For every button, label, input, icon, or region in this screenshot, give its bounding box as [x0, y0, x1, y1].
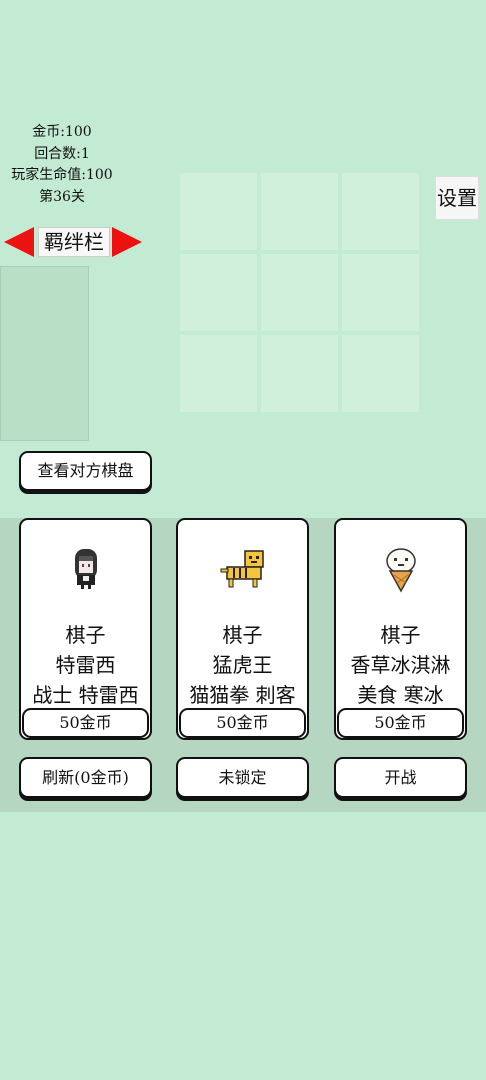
- board-cell[interactable]: [261, 254, 338, 331]
- settings-button[interactable]: 设置: [435, 176, 479, 220]
- shop-panel: 棋子 特雷西 战士 特雷西 50金币 棋子 猛虎王 猫猫拳 刺客 50金币 棋子…: [0, 518, 486, 812]
- bond-panel: [0, 266, 89, 441]
- board-cell[interactable]: [261, 173, 338, 250]
- card-name: 猛虎王: [212, 653, 273, 677]
- board-cell[interactable]: [342, 173, 419, 250]
- card-name: 特雷西: [55, 653, 116, 677]
- card-tags: 猫猫拳 刺客: [189, 683, 296, 707]
- chess-board: [180, 173, 420, 413]
- view-opponent-board-button[interactable]: 查看对方棋盘: [19, 451, 152, 491]
- arrow-right-icon[interactable]: [112, 227, 142, 257]
- board-cell[interactable]: [342, 335, 419, 412]
- card-price: 50金币: [179, 708, 306, 738]
- card-tags: 美食 寒冰: [357, 683, 444, 707]
- card-type: 棋子: [380, 623, 421, 647]
- board-cell[interactable]: [180, 335, 257, 412]
- start-battle-button[interactable]: 开战: [334, 757, 467, 798]
- gold-count: 金币:100: [32, 124, 92, 140]
- card-name: 香草冰淇淋: [350, 653, 451, 677]
- bond-title: 羁绊栏: [38, 227, 110, 257]
- hooded-girl-icon: [21, 546, 150, 594]
- arrow-left-icon[interactable]: [4, 227, 34, 257]
- board-cell[interactable]: [261, 335, 338, 412]
- player-hp: 玩家生命值:100: [11, 167, 113, 183]
- level-label: 第36关: [39, 188, 85, 205]
- card-type: 棋子: [65, 623, 106, 647]
- card-price: 50金币: [22, 708, 149, 738]
- card-type: 棋子: [222, 623, 263, 647]
- tiger-icon: [178, 546, 307, 594]
- board-cell[interactable]: [342, 254, 419, 331]
- shop-card[interactable]: 棋子 香草冰淇淋 美食 寒冰 50金币: [334, 518, 467, 740]
- shop-card[interactable]: 棋子 猛虎王 猫猫拳 刺客 50金币: [176, 518, 309, 740]
- refresh-button[interactable]: 刷新(0金币): [19, 757, 152, 798]
- shop-card[interactable]: 棋子 特雷西 战士 特雷西 50金币: [19, 518, 152, 740]
- card-tags: 战士 特雷西: [32, 683, 139, 707]
- board-cell[interactable]: [180, 173, 257, 250]
- bond-bar: 羁绊栏: [2, 224, 146, 258]
- ice-cream-icon: [336, 546, 465, 594]
- lock-button[interactable]: 未锁定: [176, 757, 309, 798]
- round-count: 回合数:1: [34, 145, 90, 162]
- player-stats: 金币:100 回合数:1 玩家生命值:100 第36关: [0, 122, 124, 208]
- board-cell[interactable]: [180, 254, 257, 331]
- card-price: 50金币: [337, 708, 464, 738]
